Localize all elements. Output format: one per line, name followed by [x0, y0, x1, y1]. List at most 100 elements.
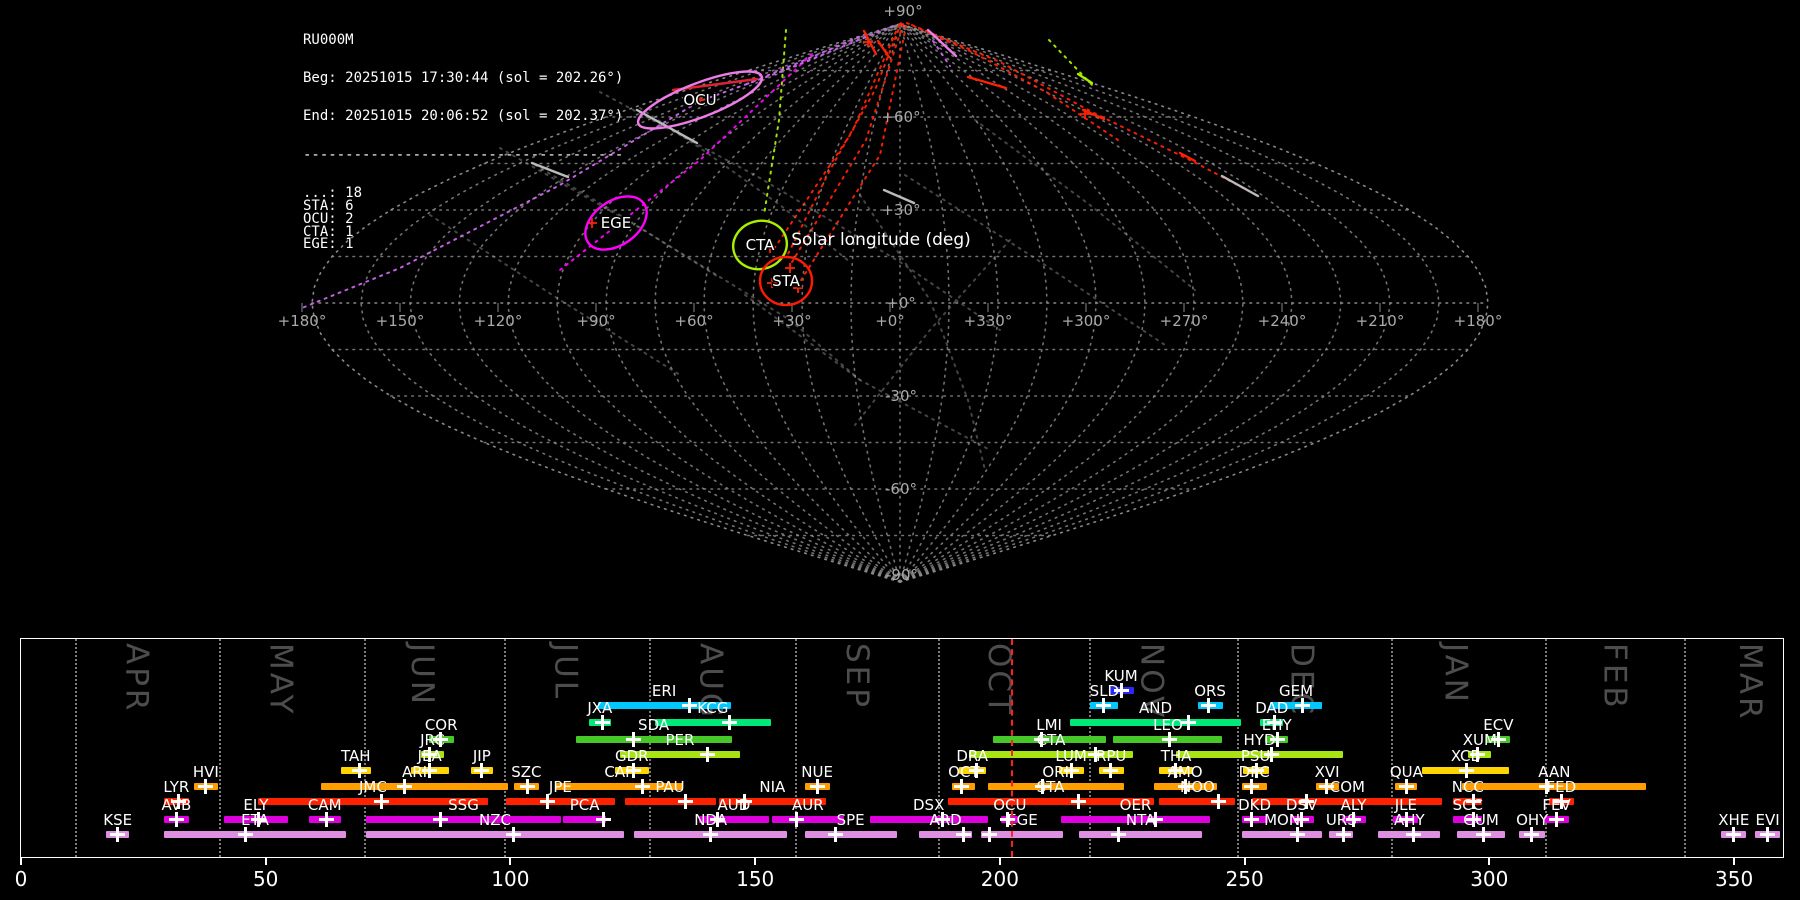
x-tick-300: [1488, 858, 1491, 865]
meteor-trail-dotted: [854, 239, 1011, 426]
peak-marker-MON: [1290, 827, 1305, 842]
x-tick-label-300: 300: [1470, 867, 1509, 891]
radiant-sky-map: +180° +150° +120° +90° +60° +30° +0° +330° +300°…: [278, 2, 1503, 584]
shower-ellipse-label-OCU: OCU: [683, 91, 716, 109]
peak-marker-RPU: [1103, 763, 1118, 778]
peak-marker-XCB: [1458, 763, 1474, 778]
dec-axis-label: +0°: [886, 294, 916, 312]
x-tick-0: [20, 858, 22, 865]
peak-marker-GUM: [1476, 827, 1491, 842]
ra-axis-label: +330°: [964, 312, 1013, 330]
grid-meridian: [360, 23, 901, 583]
meteor-trail-dotted: [741, 33, 867, 87]
month-divider-MAR: [1684, 639, 1687, 857]
peak-marker-LEO: [1161, 732, 1177, 747]
peak-marker-AVB: [168, 812, 184, 827]
peak-marker-OHY: [1524, 827, 1540, 842]
month-label-FEB: FEB: [1596, 643, 1633, 711]
shower-ellipse-label-STA: STA: [772, 272, 801, 290]
activity-timeline-chart: APR MAY JUN JUL AUG SEP OCT NOV DEC JAN FEB MAR KUM E…: [15, 638, 1784, 891]
ra-axis-label: +270°: [1160, 312, 1209, 330]
dec-axis-label: +30°: [881, 201, 920, 219]
month-divider-APR: [74, 639, 77, 857]
meteor-station-summary-screen: RU000M Beg: 20251015 17:30:44 (sol = 202…: [0, 0, 1800, 900]
peak-marker-PAU: [678, 794, 694, 809]
peak-marker-JXA: [595, 715, 611, 730]
meteor-trail-dotted: [904, 174, 1166, 346]
peak-marker-NZC: [506, 827, 522, 842]
month-label-MAY: MAY: [262, 643, 299, 717]
ra-axis-label: +180°: [1454, 312, 1503, 330]
activity-label-ARD: ARD: [929, 811, 962, 829]
activity-label-KCG: KCG: [697, 699, 729, 717]
peak-marker-AUR: [789, 812, 805, 827]
x-tick-label-200: 200: [980, 867, 1019, 891]
south-pole-label: -90°: [886, 566, 918, 584]
activity-label-ETA: ETA: [241, 811, 269, 829]
peak-marker-QUA: [1399, 779, 1415, 794]
ra-axis-label: +180°: [278, 312, 327, 330]
grid-meridian: [556, 23, 901, 583]
meteor-segment: [1220, 174, 1260, 198]
ra-axis-label: +0°: [875, 312, 905, 330]
meteor-segment: [966, 75, 1008, 90]
activity-label-NZC: NZC: [479, 811, 511, 829]
peak-marker-CAM: [319, 812, 335, 827]
peak-marker-XHE: [1726, 827, 1742, 842]
meteor-trail-dotted: [429, 214, 681, 376]
peak-marker-SSG: [433, 812, 449, 827]
activity-label-JPE: JPE: [548, 778, 572, 796]
x-tick-100: [509, 858, 512, 865]
ra-axis-label: +120°: [474, 312, 523, 330]
ra-axis-label: +210°: [1356, 312, 1405, 330]
peak-marker-NDA: [703, 827, 719, 842]
peak-marker-PER: [700, 747, 716, 762]
peak-marker-EVI: [1759, 827, 1775, 842]
activity-bar-NZC: [366, 831, 624, 838]
peak-marker-NUE: [810, 779, 826, 794]
x-axis-title: Solar longitude (deg): [791, 230, 971, 250]
north-pole-label: +90°: [883, 2, 922, 20]
dec-axis-label: +60°: [881, 108, 920, 126]
meteor-trail-dotted: [785, 22, 902, 259]
peak-marker-PCA: [596, 812, 612, 827]
dec-axis-label: -60°: [885, 480, 917, 498]
ra-axis-label: +90°: [576, 312, 615, 330]
activity-label-SPE: SPE: [836, 811, 865, 829]
meteor-segment: [926, 28, 958, 58]
grid-meridian: [899, 23, 1440, 583]
peak-marker-TAH: [352, 763, 368, 778]
x-tick-label-350: 350: [1715, 867, 1754, 891]
peak-marker-DPC: [1244, 779, 1259, 794]
meteor-segment: [530, 161, 570, 179]
activity-label-JMC: JMC: [358, 778, 387, 796]
ra-axis-label: +240°: [1258, 312, 1307, 330]
peak-marker-AHY: [1406, 827, 1421, 842]
month-label-JUN: JUN: [403, 643, 440, 708]
peak-marker-KCG: [722, 715, 738, 730]
activity-bar-ETA: [163, 831, 346, 838]
x-tick-350: [1733, 858, 1736, 865]
x-tick-label-250: 250: [1225, 867, 1264, 891]
ra-axis-label: +60°: [674, 312, 713, 330]
peak-marker-OCT: [954, 779, 970, 794]
meteor-trail-dotted: [771, 24, 900, 253]
activity-label-COM: COM: [1329, 778, 1365, 796]
month-label-MAR: MAR: [1732, 643, 1769, 722]
dec-axis-label: -30°: [885, 387, 917, 405]
x-tick-label-100: 100: [491, 867, 530, 891]
grid-meridian: [899, 23, 1244, 583]
activity-bar-SPE: [804, 831, 897, 838]
x-tick-200: [998, 858, 1001, 865]
peak-marker-SLD: [1096, 698, 1112, 713]
peak-marker-JMC: [374, 794, 390, 809]
x-tick-50: [264, 858, 267, 865]
activity-bar-MON: [1241, 831, 1323, 838]
month-label-JAN: JAN: [1437, 643, 1474, 705]
peak-marker-KSE: [110, 827, 126, 842]
peak-marker-ORS: [1200, 698, 1216, 713]
peak-marker-URS: [1336, 827, 1351, 842]
ra-axis-label: +150°: [376, 312, 425, 330]
peak-marker-SPE: [827, 827, 843, 842]
peak-marker-NTA: [1110, 827, 1126, 842]
